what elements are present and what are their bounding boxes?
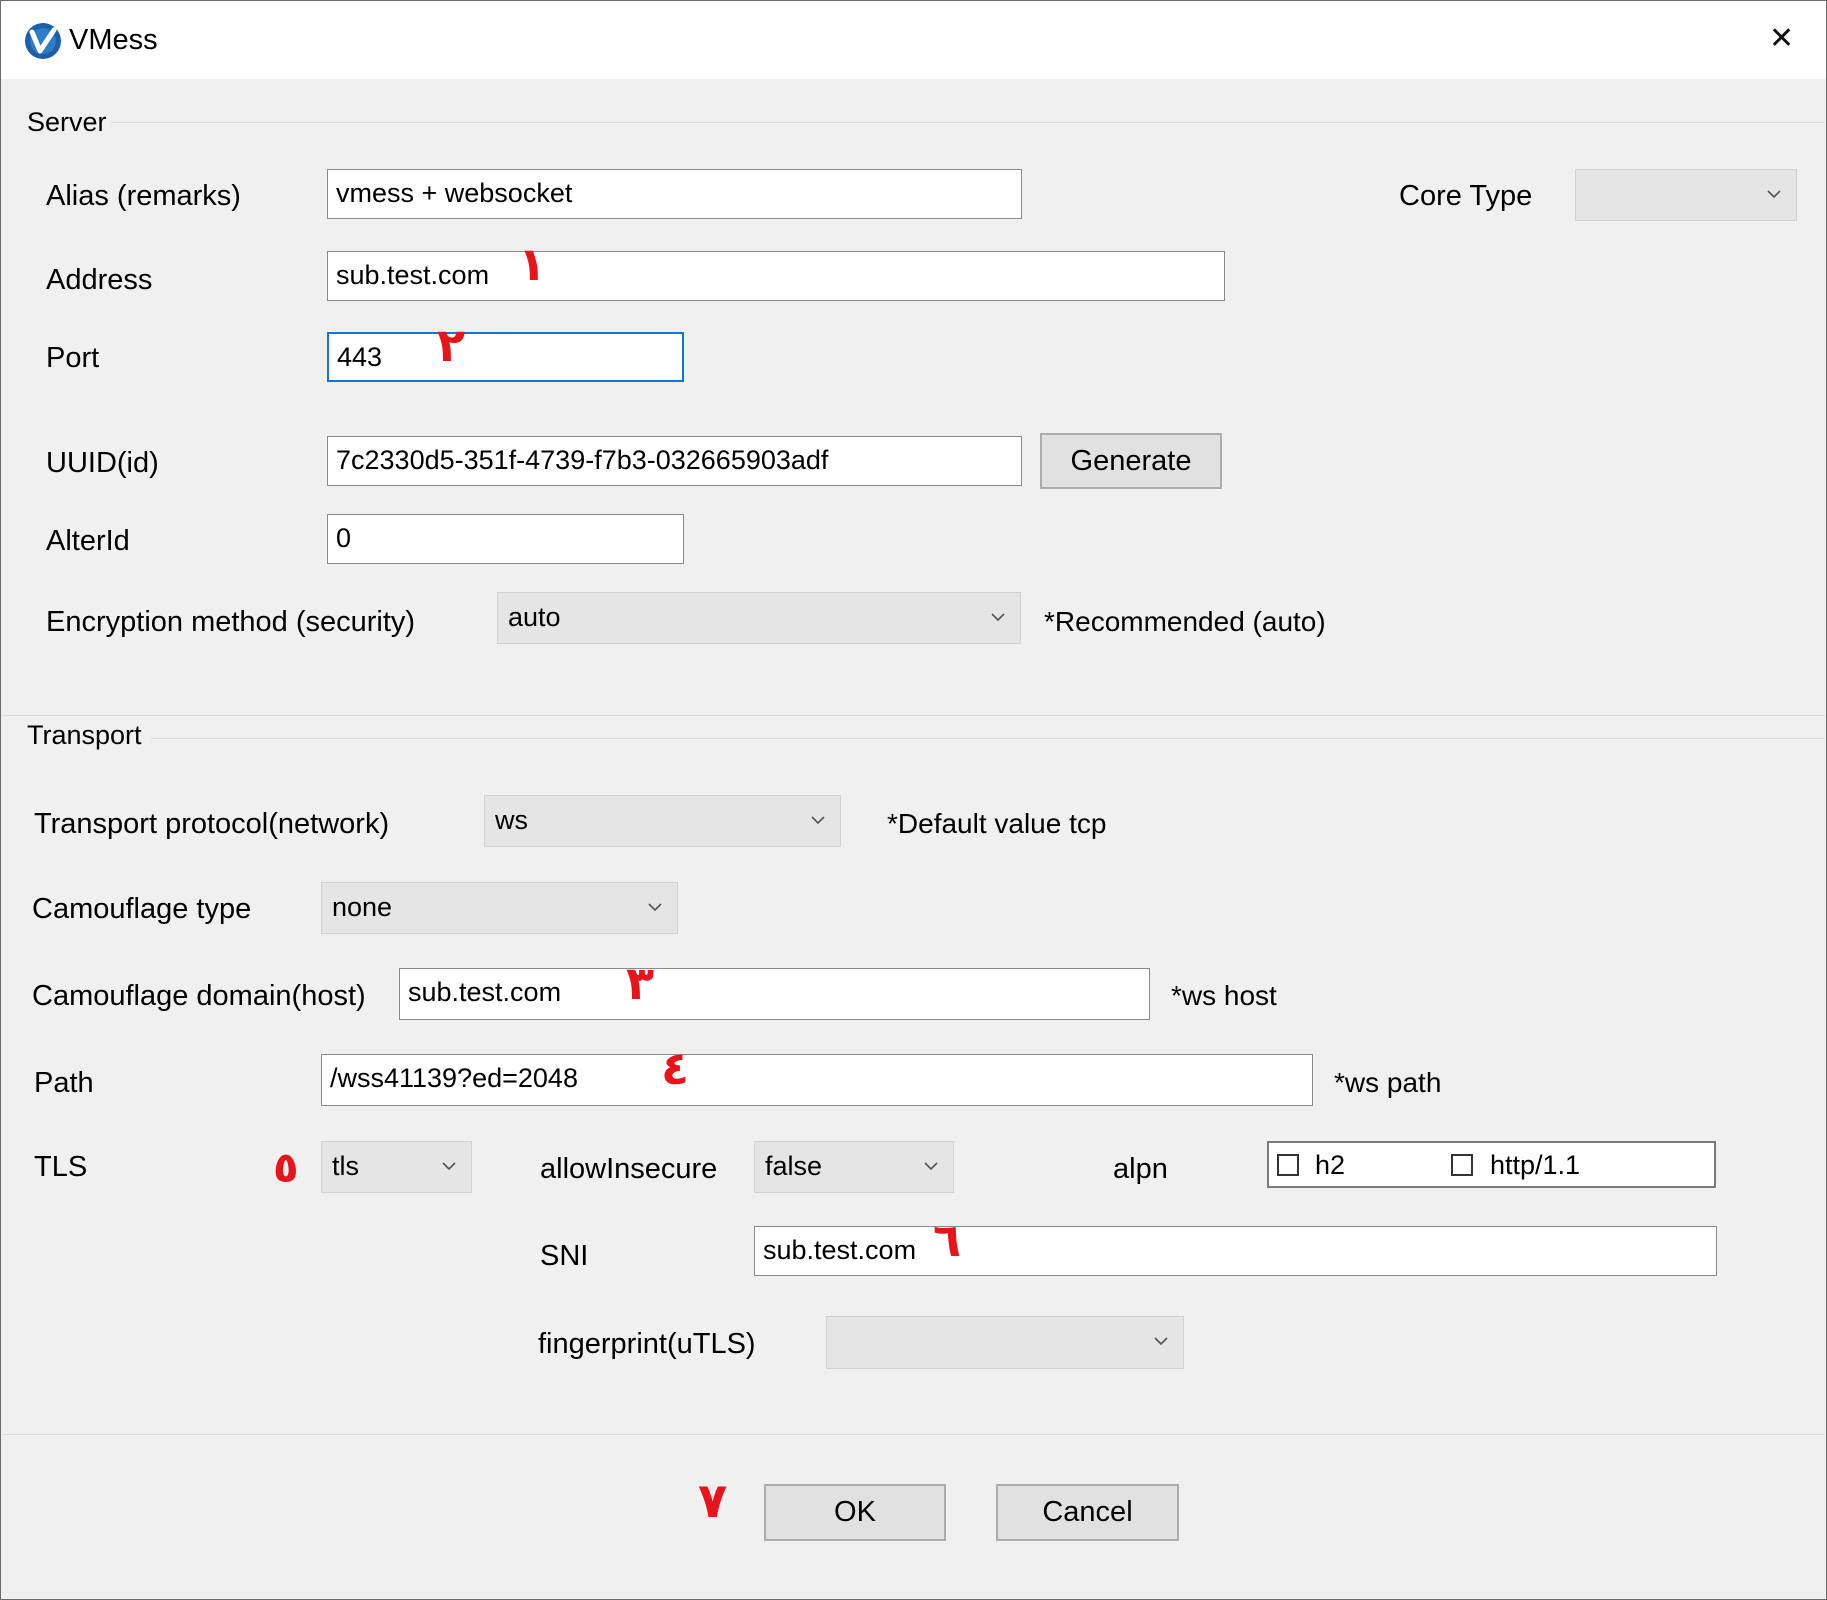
alpn-http11-label: http/1.1 <box>1490 1150 1581 1180</box>
address-input[interactable]: sub.test.com <box>327 251 1225 301</box>
encryption-select[interactable]: auto <box>497 592 1021 644</box>
alias-label: Alias (remarks) <box>46 180 241 212</box>
cancel-button[interactable]: Cancel <box>996 1484 1179 1541</box>
footer-divider <box>3 1434 1825 1435</box>
tls-value: tls <box>332 1151 359 1181</box>
annotation-4: ٤ <box>661 1041 690 1095</box>
core-type-label: Core Type <box>1399 180 1533 212</box>
chevron-down-icon <box>991 613 1005 622</box>
allow-insecure-select[interactable]: false <box>754 1141 954 1193</box>
alpn-http11-checkbox[interactable] <box>1451 1154 1473 1176</box>
encryption-value: auto <box>508 602 561 632</box>
server-group-label: Server <box>27 107 107 137</box>
allow-insecure-label: allowInsecure <box>540 1153 718 1185</box>
allow-insecure-value: false <box>765 1151 823 1181</box>
address-label: Address <box>46 264 153 296</box>
port-label: Port <box>46 342 100 374</box>
alpn-h2-checkbox[interactable] <box>1277 1154 1299 1176</box>
transport-group-label: Transport <box>27 720 142 750</box>
chevron-down-icon <box>1767 190 1781 199</box>
camouflage-type-label: Camouflage type <box>32 893 252 925</box>
annotation-6: ٦ <box>933 1213 962 1267</box>
alterid-label: AlterId <box>46 525 130 557</box>
chevron-down-icon <box>442 1162 456 1171</box>
port-input[interactable]: 443 <box>327 332 684 382</box>
path-input[interactable]: /wss41139?ed=2048 <box>321 1054 1313 1106</box>
annotation-5: ٥ <box>273 1143 299 1192</box>
transport-group-line <box>151 738 1825 739</box>
uuid-input[interactable]: 7c2330d5-351f-4739-f7b3-032665903adf <box>327 436 1022 486</box>
camouflage-type-select[interactable]: none <box>321 882 678 934</box>
v-logo-icon <box>25 23 61 59</box>
alpn-label: alpn <box>1113 1153 1168 1185</box>
annotation-3: ٣ <box>626 956 655 1010</box>
fingerprint-select[interactable] <box>826 1316 1184 1369</box>
chevron-down-icon <box>924 1162 938 1171</box>
annotation-7: ٧ <box>698 1473 728 1529</box>
annotation-2: ٢ <box>437 318 466 372</box>
encryption-label: Encryption method (security) <box>46 606 416 638</box>
ok-button[interactable]: OK <box>764 1484 946 1541</box>
server-group-line <box>111 122 1825 123</box>
transport-protocol-value: ws <box>495 805 528 835</box>
chevron-down-icon <box>811 816 825 825</box>
divider <box>3 715 1825 716</box>
tls-label: TLS <box>34 1151 88 1183</box>
encryption-note: *Recommended (auto) <box>1044 606 1326 637</box>
transport-protocol-note: *Default value tcp <box>887 808 1107 839</box>
alpn-list: h2 http/1.1 <box>1267 1141 1716 1188</box>
tls-select[interactable]: tls <box>321 1141 472 1193</box>
vmess-dialog: VMess ✕ Server Alias (remarks) vmess + w… <box>0 0 1827 1600</box>
alias-input[interactable]: vmess + websocket <box>327 169 1022 219</box>
core-type-select[interactable] <box>1575 169 1797 221</box>
path-note: *ws path <box>1334 1067 1442 1098</box>
chevron-down-icon <box>1154 1337 1168 1346</box>
window-title: VMess <box>69 24 158 56</box>
path-label: Path <box>34 1067 94 1099</box>
alterid-input[interactable]: 0 <box>327 514 684 564</box>
transport-protocol-label: Transport protocol(network) <box>34 808 390 840</box>
chevron-down-icon <box>648 903 662 912</box>
close-icon[interactable]: ✕ <box>1769 21 1794 57</box>
camouflage-domain-note: *ws host <box>1171 980 1277 1011</box>
sni-input[interactable]: sub.test.com <box>754 1226 1717 1276</box>
annotation-1: ١ <box>518 237 547 291</box>
generate-button[interactable]: Generate <box>1040 433 1222 489</box>
fingerprint-label: fingerprint(uTLS) <box>538 1328 756 1360</box>
alpn-h2-label: h2 <box>1315 1150 1346 1180</box>
transport-protocol-select[interactable]: ws <box>484 795 841 847</box>
uuid-label: UUID(id) <box>46 447 159 479</box>
camouflage-domain-input[interactable]: sub.test.com <box>399 968 1150 1020</box>
camouflage-type-value: none <box>332 892 393 922</box>
camouflage-domain-label: Camouflage domain(host) <box>32 980 366 1012</box>
title-bar: VMess ✕ <box>1 1 1826 79</box>
sni-label: SNI <box>540 1240 589 1272</box>
